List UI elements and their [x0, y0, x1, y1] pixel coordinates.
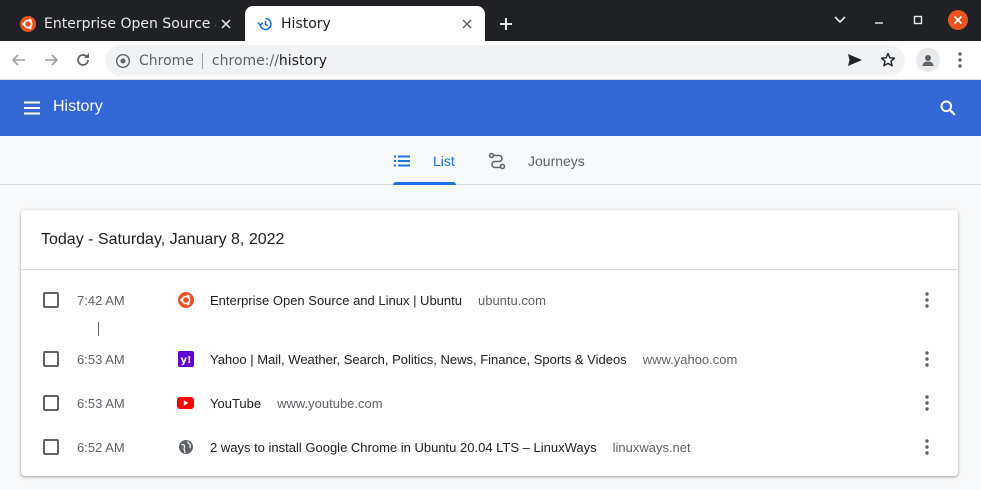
entry-checkbox[interactable]	[43, 395, 59, 411]
profile-avatar-icon[interactable]	[916, 48, 940, 72]
ubuntu-icon	[177, 292, 194, 309]
tab-journeys[interactable]: Journeys	[488, 136, 585, 185]
more-actions-icon[interactable]	[917, 347, 937, 371]
tab-title: History	[281, 15, 331, 32]
tab-strip: Enterprise Open Source and Linux | Ubunt…	[0, 0, 981, 41]
forward-icon[interactable]	[39, 48, 63, 72]
close-window-icon[interactable]	[948, 10, 968, 30]
reload-icon[interactable]	[71, 48, 95, 72]
entry-title: 2 ways to install Google Chrome in Ubunt…	[210, 439, 597, 455]
divider	[21, 269, 958, 270]
omnibox-divider	[201, 52, 203, 69]
close-tab-icon[interactable]	[216, 14, 236, 34]
site-label: Chrome	[139, 52, 194, 69]
more-actions-icon[interactable]	[917, 391, 937, 415]
tab-ubuntu[interactable]: Enterprise Open Source and Linux | Ubunt…	[8, 6, 244, 41]
entry-checkbox[interactable]	[43, 292, 59, 308]
entry-link[interactable]: Enterprise Open Source and Linux | Ubunt…	[210, 293, 546, 308]
back-icon[interactable]	[7, 48, 31, 72]
history-header: History	[0, 80, 981, 136]
new-tab-button[interactable]	[494, 12, 518, 36]
more-actions-icon[interactable]	[917, 435, 937, 459]
entry-link[interactable]: 2 ways to install Google Chrome in Ubunt…	[210, 440, 691, 455]
tab-label: List	[433, 152, 455, 169]
history-entry: 6:52 AM 2 ways to install Google Chrome …	[21, 425, 958, 469]
close-tab-icon[interactable]	[457, 14, 477, 34]
entry-title: YouTube	[210, 395, 262, 411]
menu-icon[interactable]	[20, 96, 44, 120]
date-heading: Today - Saturday, January 8, 2022	[41, 231, 285, 248]
list-icon	[393, 152, 411, 170]
entry-checkbox[interactable]	[43, 351, 59, 367]
entry-domain: ubuntu.com	[477, 292, 546, 308]
entry-checkbox[interactable]	[43, 439, 59, 455]
chrome-menu-icon[interactable]	[950, 48, 970, 72]
maximize-icon[interactable]	[908, 10, 928, 30]
globe-icon	[177, 439, 194, 456]
browser-toolbar: Chrome chrome://history	[0, 41, 981, 80]
entry-title: Enterprise Open Source and Linux | Ubunt…	[210, 292, 462, 308]
url-text: chrome://history	[211, 52, 328, 69]
tab-list[interactable]: List	[393, 136, 456, 185]
tab-search-icon[interactable]	[830, 10, 850, 30]
search-icon[interactable]	[936, 96, 960, 120]
entry-link[interactable]: Yahoo | Mail, Weather, Search, Politics,…	[210, 352, 737, 367]
history-entry: 6:53 AM y! Yahoo | Mail, Weather, Search…	[21, 337, 958, 381]
entry-domain: linuxways.net	[612, 439, 691, 455]
chrome-icon	[115, 53, 131, 68]
send-icon[interactable]	[843, 48, 867, 72]
site-info[interactable]: Chrome	[105, 53, 194, 69]
ubuntu-icon	[20, 15, 36, 32]
history-entry: 6:53 AM YouTube www.youtube.com	[21, 381, 958, 425]
entry-time: 6:53 AM	[77, 351, 125, 367]
entry-domain: www.youtube.com	[277, 395, 383, 411]
view-tabs: List Journeys	[0, 136, 981, 185]
youtube-icon	[177, 395, 194, 412]
entry-domain: www.yahoo.com	[642, 351, 738, 367]
entry-time: 6:52 AM	[77, 439, 125, 455]
entry-link[interactable]: YouTube www.youtube.com	[210, 396, 383, 411]
page-title: History	[53, 98, 103, 115]
history-card: Today - Saturday, January 8, 2022 7:42 A…	[21, 210, 958, 476]
entry-title: Yahoo | Mail, Weather, Search, Politics,…	[210, 351, 627, 367]
entry-time: 7:42 AM	[77, 292, 125, 308]
minimize-icon[interactable]	[869, 10, 889, 30]
address-bar[interactable]: Chrome chrome://history	[105, 45, 905, 76]
svg-text:y!: y!	[180, 355, 191, 366]
history-entry: 7:42 AM Enterprise Open Source and Linux…	[21, 278, 958, 322]
tab-title: Enterprise Open Source and Linux | Ubunt…	[44, 15, 216, 32]
tab-label: Journeys	[528, 152, 585, 169]
yahoo-icon: y!	[177, 351, 194, 368]
journeys-icon	[488, 152, 506, 170]
history-icon	[257, 16, 273, 32]
bookmark-star-icon[interactable]	[876, 48, 900, 72]
more-actions-icon[interactable]	[917, 288, 937, 312]
entry-time: 6:53 AM	[77, 395, 125, 411]
text-cursor	[98, 322, 99, 336]
tab-history[interactable]: History	[245, 6, 485, 41]
